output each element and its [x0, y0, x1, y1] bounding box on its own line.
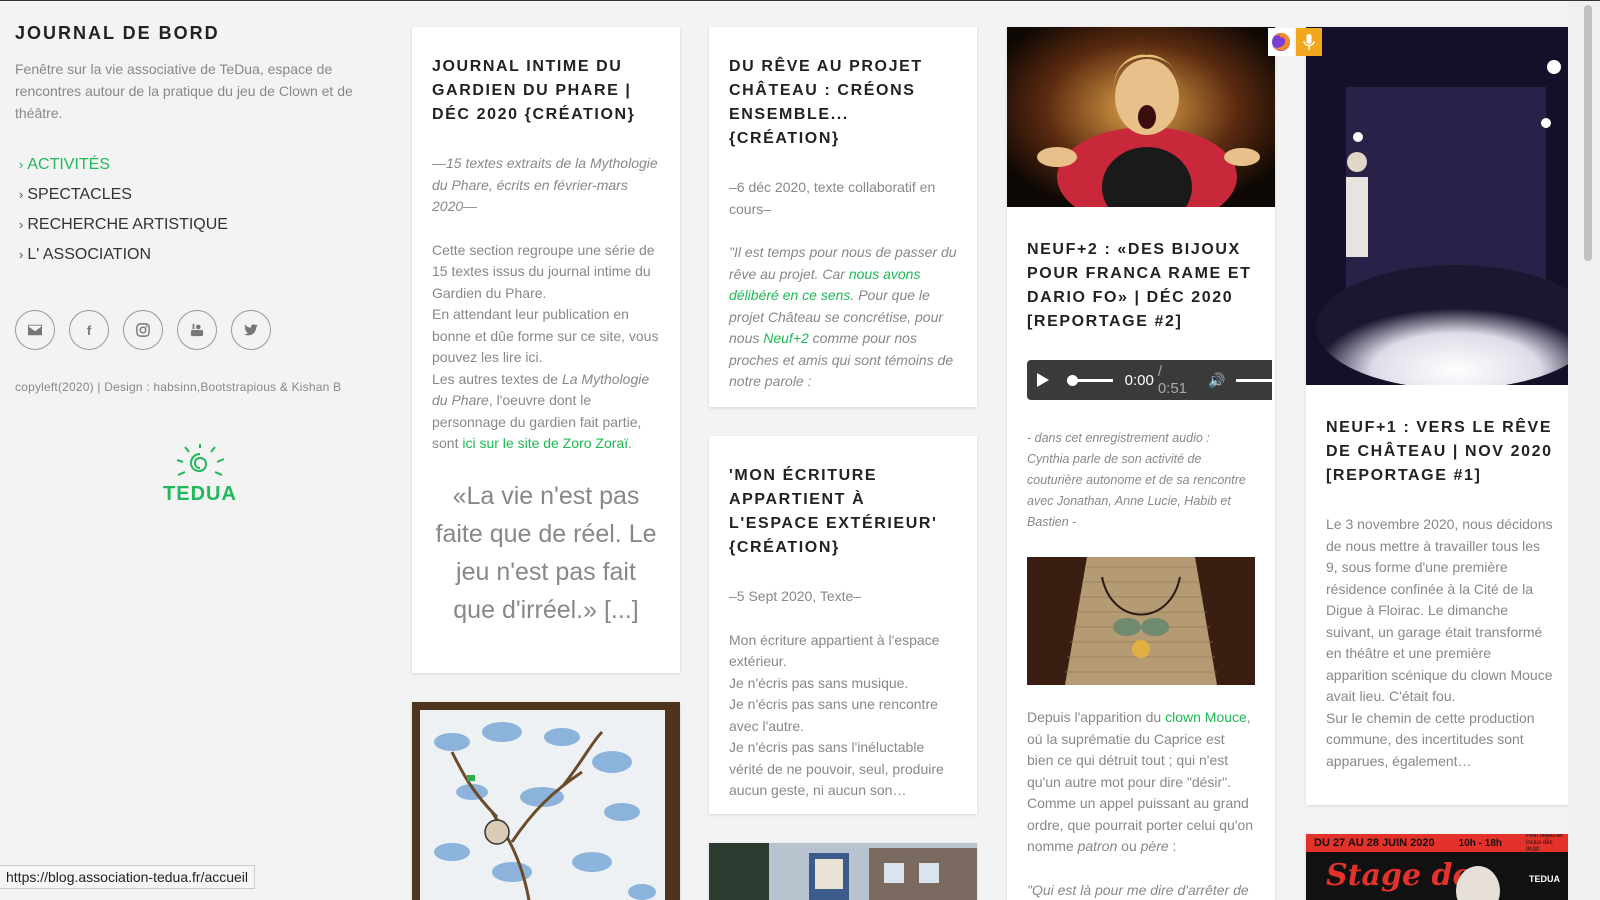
- social-links: f: [15, 310, 375, 350]
- poster-logo: TEDUA: [1529, 874, 1560, 884]
- post-paragraph: Depuis l'apparition du clown Mouce, où l…: [1027, 709, 1254, 854]
- post-image-tree-drawing[interactable]: [412, 702, 680, 900]
- post-image-stage-poster[interactable]: DU 27 AU 28 JUIN 2020 10h - 18h Petit dé…: [1306, 834, 1574, 900]
- chevron-right-icon: ›: [19, 217, 24, 232]
- menu-item-recherche-artistique[interactable]: › RECHERCHE ARTISTIQUE: [15, 210, 375, 240]
- volume-slider[interactable]: [1235, 378, 1273, 382]
- volume-icon[interactable]: 🔊: [1208, 372, 1225, 389]
- post-card-reve-projet-chateau[interactable]: DU RÊVE AU PROJET CHÂTEAU : CRÉONS ENSEM…: [709, 27, 977, 407]
- audio-player[interactable]: 0:00 / 0:51 🔊: [1027, 360, 1273, 400]
- post-title[interactable]: NEUF+2 : «DES BIJOUX POUR FRANCA RAME ET…: [1027, 238, 1255, 334]
- clown-mouce-link[interactable]: clown Mouce: [1165, 709, 1247, 725]
- post-line: Je n'écris pas sans musique.: [729, 674, 909, 691]
- post-paragraph: Le 3 novembre 2020, nous décidons de nou…: [1326, 516, 1553, 704]
- post-card-neuf-plus-2[interactable]: NEUF+2 : «DES BIJOUX POUR FRANCA RAME ET…: [1007, 27, 1275, 900]
- logo-text: TEDUA: [163, 483, 237, 505]
- post-subtitle: –6 déc 2020, texte collaboratif en cours…: [729, 179, 936, 217]
- spiral-sun-icon: [176, 444, 225, 476]
- chevron-right-icon: ›: [19, 247, 24, 262]
- poster-note: Petit déjeuner inclus dès 9h30: [1525, 834, 1564, 853]
- youtube-icon[interactable]: [177, 310, 217, 350]
- menu-item-label: SPECTACLES: [27, 186, 132, 203]
- post-paragraph: Sur le chemin de cette production commun…: [1326, 709, 1535, 769]
- post-paragraph: Les autres textes de La Mythologie du Ph…: [432, 370, 650, 452]
- copyleft-text: copyleft(2020) | Design : habsinn,Bootst…: [15, 380, 342, 394]
- post-excerpt: –5 Sept 2020, Texte– Mon écriture appart…: [729, 586, 957, 802]
- post-title[interactable]: NEUF+1 : VERS LE RÊVE DE CHÂTEAU | NOV 2…: [1326, 416, 1554, 488]
- chevron-right-icon: ›: [19, 157, 24, 172]
- menu-item-label: ACTIVITÉS: [27, 156, 111, 173]
- instagram-icon[interactable]: [123, 310, 163, 350]
- post-excerpt: Le 3 novembre 2020, nous décidons de nou…: [1326, 514, 1554, 772]
- post-excerpt: Depuis l'apparition du clown Mouce, où l…: [1027, 707, 1255, 900]
- menu-item-activites[interactable]: › ACTIVITÉS: [15, 150, 375, 180]
- post-card-journal-intime[interactable]: JOURNAL INTIME DU GARDIEN DU PHARE | DÉC…: [412, 27, 680, 673]
- poster-date: DU 27 AU 28 JUIN 2020: [1314, 837, 1435, 849]
- site-description: Fenêtre sur la vie associative de TeDua,…: [15, 61, 353, 121]
- twitter-icon[interactable]: [231, 310, 271, 350]
- post-paragraph: "Qui est là pour me dire d'arrêter de: [1027, 881, 1249, 898]
- audio-duration: / 0:51: [1157, 363, 1188, 397]
- post-line: Je n'écris pas sans une rencontre avec l…: [729, 696, 938, 734]
- post-image-performer-scream[interactable]: [1007, 27, 1275, 227]
- neuf-plus-2-link[interactable]: Neuf+2: [763, 330, 809, 346]
- post-quote: «La vie n'est pas faite que de réel. Le …: [435, 481, 657, 624]
- post-paragraph: En attendant leur publication en bonne e…: [432, 306, 659, 365]
- menu-item-label: L' ASSOCIATION: [27, 246, 152, 263]
- audio-current-time: 0:00: [1124, 371, 1154, 389]
- menu-item-label: RECHERCHE ARTISTIQUE: [27, 216, 228, 233]
- site-title[interactable]: JOURNAL DE BORD: [15, 23, 375, 44]
- post-image-street[interactable]: [709, 843, 977, 900]
- firefox-icon[interactable]: [1268, 28, 1294, 56]
- post-title[interactable]: 'MON ÉCRITURE APPARTIENT À L'ESPACE EXTÉ…: [729, 464, 957, 560]
- post-subtitle: –5 Sept 2020, Texte–: [729, 588, 862, 604]
- link-status-bar: https://blog.association-tedua.fr/accuei…: [0, 865, 256, 889]
- post-paragraph: "Il est temps pour nous de passer du rêv…: [729, 244, 957, 389]
- seek-knob[interactable]: [1067, 374, 1078, 386]
- menu-item-association[interactable]: › L' ASSOCIATION: [15, 240, 375, 270]
- poster-hours: 10h - 18h: [1458, 837, 1502, 849]
- play-icon[interactable]: [1037, 373, 1049, 387]
- menu-item-spectacles[interactable]: › SPECTACLES: [15, 180, 375, 210]
- post-title[interactable]: DU RÊVE AU PROJET CHÂTEAU : CRÉONS ENSEM…: [729, 55, 957, 151]
- post-title[interactable]: JOURNAL INTIME DU GARDIEN DU PHARE | DÉC…: [432, 55, 660, 127]
- sidebar: JOURNAL DE BORD Fenêtre sur la vie assoc…: [0, 1, 390, 900]
- post-line: Mon écriture appartient à l'espace extér…: [729, 631, 940, 670]
- zoro-zorai-link[interactable]: ici sur le site de Zoro Zoraï: [462, 435, 628, 451]
- post-line: Je n'écris pas sans l'inéluctable vérité…: [729, 739, 944, 798]
- audio-seek-slider[interactable]: [1067, 374, 1113, 386]
- main-menu: › ACTIVITÉS › SPECTACLES › RECHERCHE ARTIST…: [15, 150, 375, 270]
- facebook-icon[interactable]: f: [69, 310, 109, 350]
- post-card-mon-ecriture[interactable]: 'MON ÉCRITURE APPARTIENT À L'ESPACE EXTÉ…: [709, 436, 977, 814]
- audio-caption: - dans cet enregistrement audio : Cynthi…: [1027, 431, 1246, 529]
- post-paragraph: Cette section regroupe une série de 15 t…: [432, 241, 655, 301]
- post-excerpt: –6 déc 2020, texte collaboratif en cours…: [729, 177, 957, 393]
- chevron-right-icon: ›: [19, 187, 24, 202]
- post-excerpt: —15 textes extraits de la Mythologie du …: [432, 153, 660, 455]
- page-scrollbar[interactable]: [1568, 1, 1600, 900]
- tedua-logo[interactable]: TEDUA: [155, 444, 245, 506]
- post-image-stage[interactable]: [1306, 27, 1574, 389]
- post-subtitle: —15 textes extraits de la Mythologie du …: [432, 155, 658, 214]
- post-image-necklace[interactable]: [1027, 557, 1255, 685]
- post-card-neuf-plus-1[interactable]: NEUF+1 : VERS LE RÊVE DE CHÂTEAU | NOV 2…: [1306, 27, 1574, 805]
- scrollbar-thumb[interactable]: [1584, 5, 1592, 261]
- poster-title: Stage de: [1326, 858, 1472, 893]
- email-icon[interactable]: [15, 310, 55, 350]
- microphone-icon[interactable]: [1296, 28, 1322, 56]
